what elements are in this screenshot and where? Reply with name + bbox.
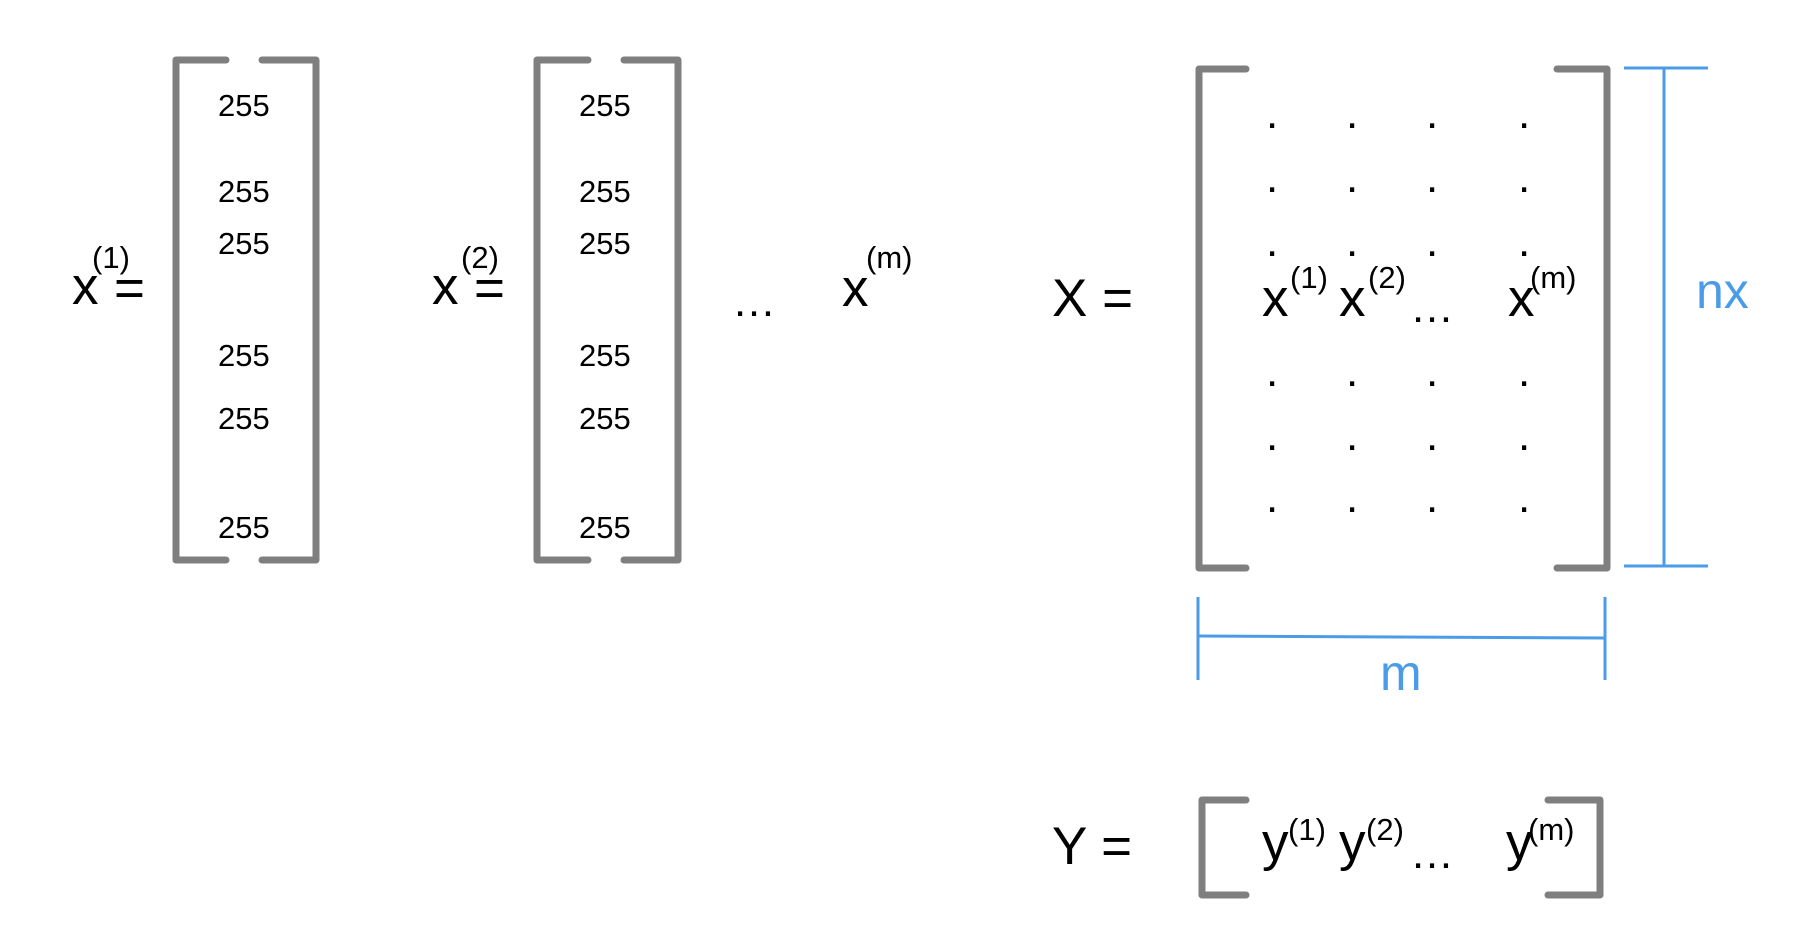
matrix-x-lhs: X = <box>1052 269 1134 328</box>
vector-2-value: 255 <box>579 401 631 436</box>
matrix-x-right-bracket <box>1553 65 1611 572</box>
matrix-y-entry-superscript: (2) <box>1366 812 1404 847</box>
vector-2-left-bracket <box>533 56 592 564</box>
vector-1-left-bracket <box>172 56 230 564</box>
matrix-dot: . <box>1346 153 1359 202</box>
matrix-y-entry-ellipsis: … <box>1410 829 1456 878</box>
matrix-dot: . <box>1518 217 1531 266</box>
matrix-dot: . <box>1346 411 1359 460</box>
matrix-y-entry-symbol: y <box>1262 813 1289 872</box>
vector-2-value: 255 <box>579 510 631 545</box>
matrix-dot: . <box>1346 89 1359 138</box>
matrix-dot: . <box>1426 473 1439 522</box>
matrix-dot: . <box>1518 89 1531 138</box>
vector-1-value: 255 <box>218 88 270 123</box>
diagram-canvas: x (1) = 255 255 255 255 255 255 x (2) = … <box>0 0 1818 952</box>
matrix-dot: . <box>1426 153 1439 202</box>
vector-2-symbol: x <box>432 257 459 316</box>
matrix-dot: . <box>1266 89 1279 138</box>
matrix-dot: . <box>1266 217 1279 266</box>
matrix-x-entry-symbol: x <box>1339 269 1366 328</box>
vector-2-value: 255 <box>579 174 631 209</box>
height-dimension-label: nx <box>1696 263 1749 319</box>
vector-1-value: 255 <box>218 401 270 436</box>
matrix-dot: . <box>1266 411 1279 460</box>
matrix-dot: . <box>1266 473 1279 522</box>
matrix-y-left-bracket <box>1198 796 1250 899</box>
matrix-x-entry-superscript: (2) <box>1368 260 1406 295</box>
matrix-dot: . <box>1426 217 1439 266</box>
vector-2-value: 255 <box>579 88 631 123</box>
vector-1-equals: = <box>114 259 145 318</box>
vector-1-value: 255 <box>218 510 270 545</box>
last-vector-superscript: (m) <box>866 240 913 275</box>
matrix-dot: . <box>1426 411 1439 460</box>
matrix-y-entry-symbol: y <box>1339 813 1366 872</box>
matrix-dot: . <box>1346 473 1359 522</box>
matrix-dot: . <box>1518 411 1531 460</box>
matrix-dot: . <box>1266 347 1279 396</box>
matrix-x-left-bracket <box>1195 65 1250 572</box>
vectors-ellipsis: … <box>732 277 778 326</box>
matrix-dot: . <box>1346 217 1359 266</box>
matrix-x-entry-symbol: x <box>1262 269 1289 328</box>
bracket-layer <box>172 56 1708 899</box>
vector-2-equals: = <box>474 259 505 318</box>
vector-2-value: 255 <box>579 338 631 373</box>
matrix-dot: . <box>1518 153 1531 202</box>
last-vector-symbol: x <box>842 259 869 318</box>
matrix-dot: . <box>1518 347 1531 396</box>
matrix-y-entry-superscript: (m) <box>1528 812 1575 847</box>
vector-2-value: 255 <box>579 226 631 261</box>
matrix-x-entry-superscript: (m) <box>1530 260 1577 295</box>
vector-1-value: 255 <box>218 174 270 209</box>
matrix-y-entry-superscript: (1) <box>1288 812 1326 847</box>
width-dimension-label: m <box>1380 645 1422 701</box>
matrix-x-entry-ellipsis: … <box>1410 283 1456 332</box>
vector-1-value: 255 <box>218 338 270 373</box>
vector-1-value: 255 <box>218 226 270 261</box>
vector-1-right-bracket <box>258 56 320 564</box>
matrix-dot: . <box>1518 473 1531 522</box>
matrix-dot: . <box>1266 153 1279 202</box>
matrix-dot: . <box>1346 347 1359 396</box>
matrix-dot: . <box>1426 89 1439 138</box>
vector-2-right-bracket <box>620 56 682 564</box>
matrix-dot: . <box>1426 347 1439 396</box>
matrix-x-entry-superscript: (1) <box>1290 260 1328 295</box>
matrix-y-lhs: Y = <box>1052 817 1133 876</box>
